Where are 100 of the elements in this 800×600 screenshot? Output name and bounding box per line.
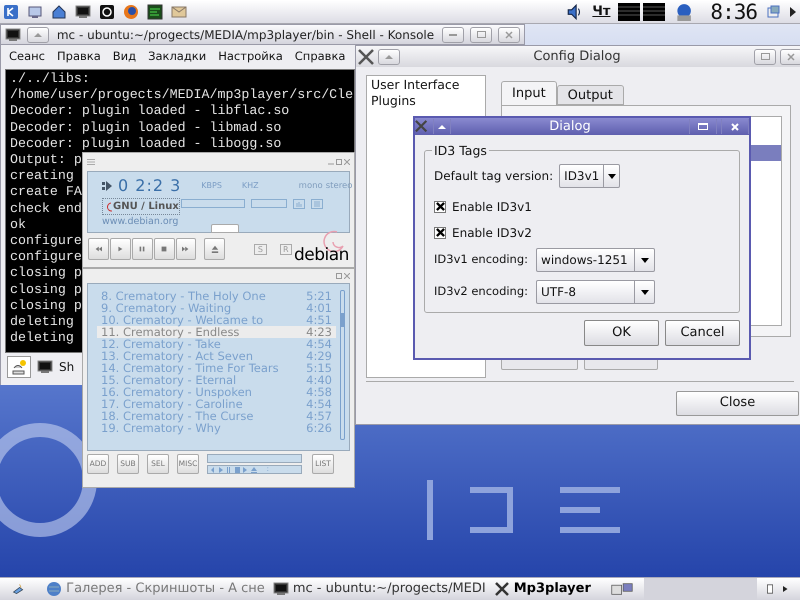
maximize-icon <box>336 159 342 165</box>
taskbar-item[interactable]: Mp3player <box>494 579 591 599</box>
envelope-icon <box>171 4 187 20</box>
shade-button[interactable] <box>27 26 49 42</box>
x-logo-icon <box>415 120 429 134</box>
terminal-line: creating <box>10 168 74 184</box>
window-icon <box>767 583 774 595</box>
close-dialog-button[interactable]: Close <box>676 390 799 416</box>
rewind-icon <box>93 245 104 253</box>
dropdown[interactable]: windows-1251 <box>536 248 655 272</box>
terminal-line: Decoder: plugin loaded - libmad.so <box>10 120 282 136</box>
terminal-line: closing p <box>10 265 82 282</box>
terminal-line: closing p <box>10 298 82 314</box>
rewind-button[interactable] <box>88 238 109 260</box>
taskbar-item[interactable]: mc - ubuntu:~/progects/MEDI <box>272 579 486 599</box>
terminal-icon <box>272 581 289 597</box>
maximize-button[interactable] <box>689 119 717 134</box>
seek-handle[interactable] <box>211 224 239 233</box>
window-title: Dialog <box>548 118 592 136</box>
dialog-button[interactable]: Cancel <box>665 320 740 346</box>
clock[interactable]: 8:36 <box>710 0 757 22</box>
play-state-icon <box>102 181 112 191</box>
menu-item[interactable]: Сеанс <box>9 48 45 66</box>
shade-button[interactable] <box>378 48 400 64</box>
kbps-label: KBPS <box>201 180 222 192</box>
equalizer-icon <box>293 198 306 209</box>
terminal-line: configure <box>10 249 82 266</box>
close-icon <box>505 30 513 38</box>
menu-item[interactable]: Настройка <box>218 48 283 66</box>
terminal-icon <box>37 359 53 375</box>
dropdown[interactable]: ID3v1 <box>559 164 620 188</box>
new-session-button[interactable] <box>7 356 31 378</box>
menu-item[interactable]: Справка <box>294 48 346 66</box>
maximize-button[interactable] <box>470 26 492 42</box>
terminal-line: check end <box>10 200 82 217</box>
firefox-icon <box>123 4 139 20</box>
checkbox[interactable] <box>434 200 446 212</box>
playlist-icon <box>311 198 324 209</box>
dialog-button[interactable]: OK <box>584 320 659 346</box>
dropdown[interactable]: UTF-8 <box>536 280 655 304</box>
session-tab[interactable]: Sh <box>59 358 74 376</box>
menu-item[interactable]: Закладки <box>148 48 206 66</box>
tab[interactable]: Output <box>556 85 624 105</box>
window-title: Config Dialog <box>532 48 622 66</box>
caret-icon <box>608 174 616 178</box>
field-label: Default tag version: <box>434 168 554 185</box>
terminal-line: closing p <box>10 282 82 298</box>
window-title: mc - ubuntu:~/progects/MEDIA/mp3player/bin - Shell - Konsole <box>56 26 436 44</box>
eject-button[interactable] <box>204 238 226 260</box>
checkbox[interactable] <box>434 226 446 238</box>
terminal-line: deleting <box>10 330 74 346</box>
fast-forward-button[interactable] <box>176 238 196 260</box>
bitrate-field <box>181 199 246 208</box>
keyboard-indicator[interactable]: Чт <box>592 2 610 22</box>
tab[interactable]: Input <box>501 81 557 105</box>
taskbar-item[interactable]: Галерея - Скриншоты - А сне <box>46 579 265 599</box>
pause-button[interactable] <box>132 238 153 260</box>
scrollbar[interactable] <box>340 290 345 440</box>
x-logo-icon <box>494 581 510 597</box>
stop-button[interactable] <box>154 238 174 260</box>
shade-button[interactable] <box>433 119 451 134</box>
menu-item[interactable]: Вид <box>112 48 136 66</box>
frequency-field <box>251 199 288 208</box>
maximize-button[interactable] <box>754 48 776 64</box>
category-item[interactable]: User Interface <box>371 77 481 93</box>
monitor-icon <box>147 4 163 20</box>
close-icon <box>344 159 350 165</box>
close-button[interactable] <box>780 48 800 64</box>
close-icon <box>731 122 739 130</box>
khz-label: KHZ <box>242 180 259 192</box>
minimize-button[interactable] <box>442 26 464 42</box>
arrow-right-icon <box>789 6 797 16</box>
website-label: www.debian.org <box>102 215 180 229</box>
maximize-icon <box>336 273 342 279</box>
terminal-line: ok <box>10 216 26 234</box>
field-label: ID3v2 encoding: <box>434 283 530 300</box>
arrow-right-icon <box>783 584 788 594</box>
terminal-line: create FA <box>10 184 82 201</box>
menu-icon <box>87 159 95 165</box>
x-logo-icon <box>358 48 374 64</box>
window-list-icon <box>765 4 781 20</box>
mono-label: mono <box>298 180 323 193</box>
globe-icon <box>46 581 62 597</box>
terminal-line: deleting <box>10 314 74 330</box>
play-button[interactable] <box>110 238 131 260</box>
cpu-meter-icon <box>618 2 666 20</box>
checkbox-label: Enable ID3v1 <box>452 198 532 216</box>
kde-menu-icon <box>3 4 19 20</box>
window-menu-icon[interactable] <box>5 26 21 42</box>
close-button[interactable] <box>721 119 749 134</box>
terminal-line: /home/user/progects/MEDIA/mp3player/src/Cle <box>10 87 354 104</box>
mini-transport-icon <box>210 466 258 472</box>
pause-icon <box>137 245 148 253</box>
close-button[interactable] <box>498 26 520 42</box>
terminal-line: Output: p <box>10 152 82 168</box>
category-item[interactable]: Plugins <box>371 93 481 109</box>
menu-item[interactable]: Правка <box>57 48 101 66</box>
eject-icon <box>210 245 219 253</box>
close-icon <box>787 52 795 60</box>
home-icon <box>51 4 67 20</box>
